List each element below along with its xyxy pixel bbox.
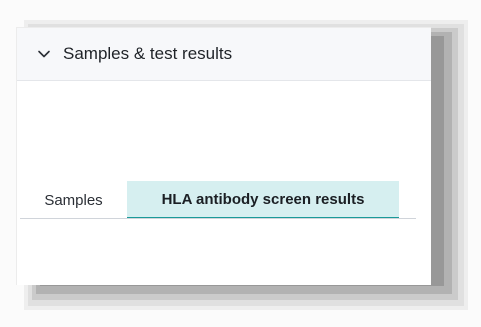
panel-header-toggle[interactable]: Samples & test results <box>17 28 431 81</box>
tab-hla-label: HLA antibody screen results <box>161 190 365 208</box>
panel-title: Samples & test results <box>63 44 233 63</box>
tab-samples[interactable]: Samples <box>20 181 127 219</box>
tabs-divider <box>20 218 416 219</box>
tab-hla-antibody-screen-results[interactable]: HLA antibody screen results <box>127 181 399 219</box>
tab-samples-label: Samples <box>44 191 103 209</box>
samples-test-results-panel: Samples & test results <box>16 27 431 285</box>
screenshot-stage: Samples & test results Samples HLA antib… <box>0 0 481 327</box>
chevron-down-icon <box>35 45 53 63</box>
results-tabs: Samples HLA antibody screen results <box>20 181 416 219</box>
